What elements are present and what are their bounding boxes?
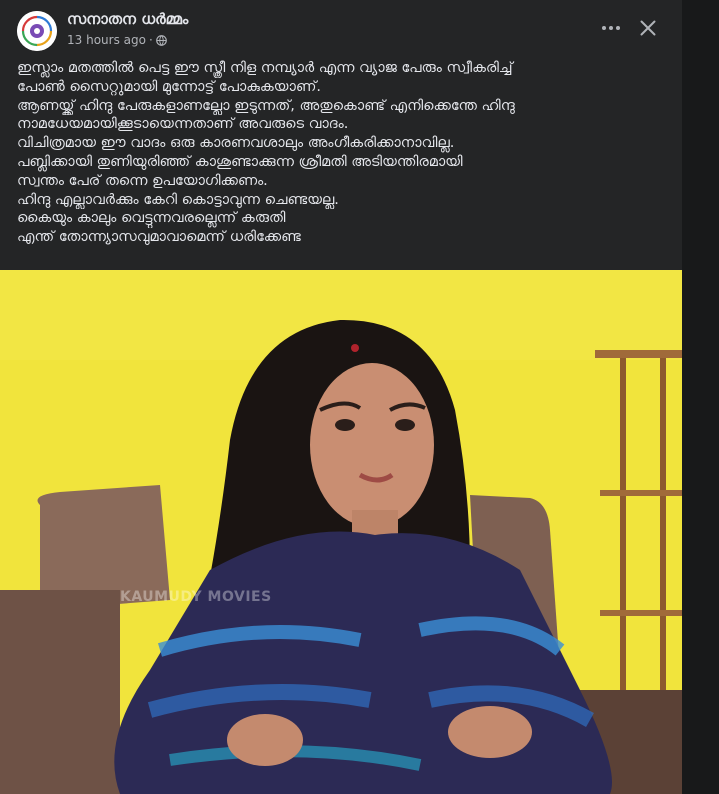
- post-text-line: പോൺ സൈറ്റുമായി മുന്നോട്ട് പോകുകയാണ്.: [17, 78, 321, 95]
- page-name-link[interactable]: സനാതന ധർമ്മം: [67, 10, 188, 28]
- post-text-line: പബ്ലിക്കായി തുണിയുരിഞ്ഞ് കാശുണ്ടാക്കുന്ന…: [17, 153, 463, 170]
- close-button[interactable]: [634, 14, 662, 42]
- post-text-line: സ്വന്തം പേര് തന്നെ ഉപയോഗിക്കണം.: [17, 172, 268, 189]
- page-logo: [17, 11, 57, 51]
- close-icon: [640, 20, 656, 36]
- photo-watermark: KAUMUDY MOVIES: [120, 589, 272, 605]
- post-meta: 13 hours ago ·: [67, 33, 167, 47]
- photo-illustration: [0, 270, 682, 794]
- post-message: ഇസ്ലാം മതത്തിൽ പെട്ട ഈ സ്ത്രീ നിള നമ്പ്യ…: [17, 59, 672, 247]
- post-text-line: കൈയും കാലും വെട്ടുന്നവരല്ലെന്ന് കരുതി: [17, 210, 286, 227]
- post-text-line: ഇസ്ലാം മതത്തിൽ പെട്ട ഈ സ്ത്രീ നിള നമ്പ്യ…: [17, 60, 513, 76]
- globe-icon[interactable]: [155, 34, 167, 46]
- page-avatar[interactable]: [17, 11, 57, 51]
- post-text-line: എന്ത് തോന്ന്യാസവുമാവാമെന്ന് ധരിക്കേണ്ട: [17, 229, 301, 246]
- more-horizontal-icon: [602, 26, 620, 30]
- post-text-line: നാമധേയമായിക്കൂടായെന്നതാണ് അവരുടെ വാദം.: [17, 116, 349, 133]
- post-text-line: വിചിത്രമായ ഈ വാദം ഒരു കാരണവശാലും അംഗീകരി…: [17, 135, 455, 152]
- more-options-button[interactable]: [597, 16, 625, 40]
- post-text-line: ആണയ്ക്ക് ഹിന്ദു പേരുകളാണല്ലോ ഇടുന്നത്, അ…: [17, 97, 515, 114]
- meta-separator: ·: [148, 33, 153, 47]
- post-header: സനാതന ധർമ്മം 13 hours ago ·: [0, 0, 682, 56]
- facebook-post: സനാതന ധർമ്മം 13 hours ago · ഇസ്ലാം മതത്ത…: [0, 0, 682, 794]
- post-photo[interactable]: KAUMUDY MOVIES: [0, 270, 682, 794]
- post-timestamp[interactable]: 13 hours ago: [67, 33, 146, 47]
- page-scrollbar[interactable]: [707, 0, 719, 794]
- post-text-line: ഹിന്ദു എല്ലാവർക്കും കേറി കൊട്ടാവുന്ന ചെണ…: [17, 191, 339, 208]
